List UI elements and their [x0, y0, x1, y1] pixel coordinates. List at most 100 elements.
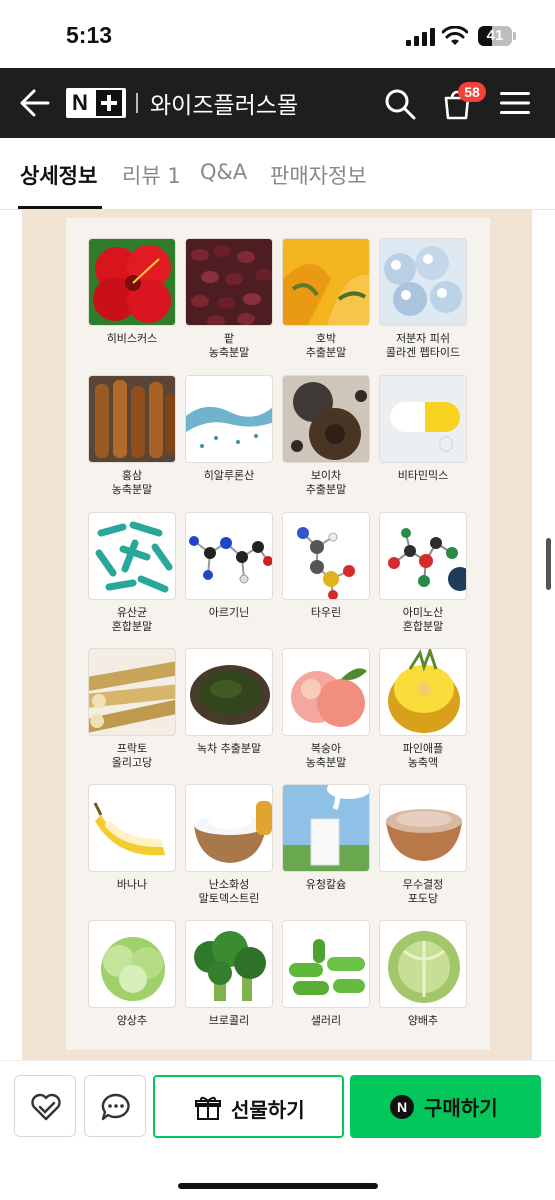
ingredient-item: 복숭아 농축분말 [282, 648, 370, 770]
banana-image [88, 784, 176, 872]
ingredient-label: 복숭아 농축분말 [305, 742, 347, 769]
tab-seller-info[interactable]: 판매자정보 [270, 160, 367, 190]
green-tea-powder-image [185, 648, 273, 736]
ingredient-item: 비타민믹스 [379, 375, 467, 483]
collagen-image [379, 238, 467, 326]
ingredient-item: 팥 농축분말 [185, 238, 273, 360]
naver-plus-logo[interactable]: N [66, 88, 126, 118]
ingredient-label: 저분자 피쉬 콜라겐 펩타이드 [385, 332, 461, 359]
taurine-molecule-image [282, 512, 370, 600]
chat-bubble-icon [101, 1093, 130, 1121]
ingredient-item: 보이차 추출분말 [282, 375, 370, 497]
vitamin-capsule-image [379, 375, 467, 463]
ingredient-label: 양배추 [407, 1014, 439, 1027]
ingredient-item: 무수결정 포도당 [379, 784, 467, 906]
menu-icon[interactable] [500, 90, 530, 116]
ingredient-item: 히비스커스 [88, 238, 176, 346]
milk-image [282, 784, 370, 872]
ingredient-item: 유청칼슘 [282, 784, 370, 892]
ingredient-label: 프락토 올리고당 [111, 742, 153, 769]
ingredient-label: 무수결정 포도당 [402, 878, 444, 905]
app-header: N 와이즈플러스몰 58 [0, 68, 555, 138]
product-detail-content: 히비스커스 팥 농축분말 호박 추출분말 저분자 피쉬 콜라겐 펩타이드 홍삼 … [22, 210, 532, 1060]
ingredient-label: 타우린 [310, 606, 342, 619]
broccoli-image [185, 920, 273, 1008]
battery-percent: 41 [486, 27, 504, 44]
hibiscus-image [88, 238, 176, 326]
sugarcane-image [88, 648, 176, 736]
ingredient-label: 양상추 [116, 1014, 148, 1027]
ingredient-item: 녹차 추출분말 [185, 648, 273, 756]
ingredient-label: 파인애플 농축액 [402, 742, 444, 769]
detail-tabs: 상세정보 리뷰 1 Q&A 판매자정보 [0, 138, 555, 210]
ingredient-label: 아미노산 혼합분말 [402, 606, 444, 633]
ingredient-item: 바나나 [88, 784, 176, 892]
tab-reviews[interactable]: 리뷰 1 [122, 160, 181, 190]
ingredient-label: 팥 농축분말 [208, 332, 250, 359]
store-name[interactable]: 와이즈플러스몰 [150, 86, 298, 120]
ingredient-item: 양상추 [88, 920, 176, 1028]
pineapple-image [379, 648, 467, 736]
arginine-molecule-image [185, 512, 273, 600]
ingredient-label: 유청칼슘 [305, 878, 347, 891]
page-scrollbar[interactable] [546, 538, 551, 590]
ingredient-label: 히알루론산 [203, 469, 255, 482]
ingredient-item: 유산균 혼합분말 [88, 512, 176, 634]
battery-icon: 41 [478, 26, 516, 46]
ingredient-poster: 히비스커스 팥 농축분말 호박 추출분말 저분자 피쉬 콜라겐 펩타이드 홍삼 … [66, 218, 490, 1050]
red-ginseng-image [88, 375, 176, 463]
celery-image [282, 920, 370, 1008]
ingredient-label: 난소화성 말토덱스트린 [198, 878, 260, 905]
ingredient-item: 아미노산 혼합분말 [379, 512, 467, 634]
ingredient-item: 홍삼 농축분말 [88, 375, 176, 497]
gift-button-label: 선물하기 [231, 1098, 305, 1122]
peach-image [282, 648, 370, 736]
ingredient-label: 비타민믹스 [397, 469, 449, 482]
ingredient-label: 아르기닌 [208, 606, 250, 619]
cellular-signal-icon [406, 28, 435, 46]
ingredient-label: 보이차 추출분말 [305, 469, 347, 496]
status-bar: 5:13 41 [0, 0, 555, 68]
bottom-action-bar: 선물하기 N 구매하기 [0, 1060, 555, 1200]
ingredient-item: 타우린 [282, 512, 370, 620]
ingredient-label: 녹차 추출분말 [196, 742, 262, 755]
lactobacillus-image [88, 512, 176, 600]
lettuce-image [88, 920, 176, 1008]
ingredient-label: 유산균 혼합분말 [111, 606, 153, 633]
ingredient-item: 브로콜리 [185, 920, 273, 1028]
ingredient-item: 난소화성 말토덱스트린 [185, 784, 273, 906]
back-arrow-icon[interactable] [18, 88, 50, 118]
search-icon[interactable] [384, 88, 416, 120]
cabbage-image [379, 920, 467, 1008]
inquiry-chat-button[interactable] [84, 1075, 146, 1137]
home-indicator [178, 1183, 378, 1189]
heart-check-icon [31, 1093, 61, 1121]
ingredient-item: 프락토 올리고당 [88, 648, 176, 770]
wifi-icon [442, 26, 468, 45]
clock: 5:13 [66, 22, 113, 48]
ingredient-label: 호박 추출분말 [305, 332, 347, 359]
gift-button[interactable]: 선물하기 [153, 1075, 344, 1138]
puer-tea-image [282, 375, 370, 463]
amino-acid-molecule-image [379, 512, 467, 600]
ingredient-item: 양배추 [379, 920, 467, 1028]
ingredient-item: 히알루론산 [185, 375, 273, 483]
ingredient-label: 바나나 [116, 878, 148, 891]
buy-button[interactable]: N 구매하기 [350, 1075, 541, 1138]
pumpkin-image [282, 238, 370, 326]
ingredient-item: 파인애플 농축액 [379, 648, 467, 770]
ingredient-label: 브로콜리 [208, 1014, 250, 1027]
ingredient-item: 샐러리 [282, 920, 370, 1028]
tab-details[interactable]: 상세정보 [20, 160, 97, 190]
tab-qna[interactable]: Q&A [200, 160, 247, 184]
cart-count-badge: 58 [458, 82, 486, 102]
ingredient-item: 호박 추출분말 [282, 238, 370, 360]
naver-pay-icon: N [390, 1095, 414, 1119]
maltodextrin-image [185, 784, 273, 872]
glucose-powder-image [379, 784, 467, 872]
ingredient-label: 홍삼 농축분말 [111, 469, 153, 496]
ingredient-item: 저분자 피쉬 콜라겐 펩타이드 [379, 238, 467, 360]
ingredient-label: 샐러리 [310, 1014, 342, 1027]
ingredient-label: 히비스커스 [106, 332, 158, 345]
wishlist-button[interactable] [14, 1075, 76, 1137]
